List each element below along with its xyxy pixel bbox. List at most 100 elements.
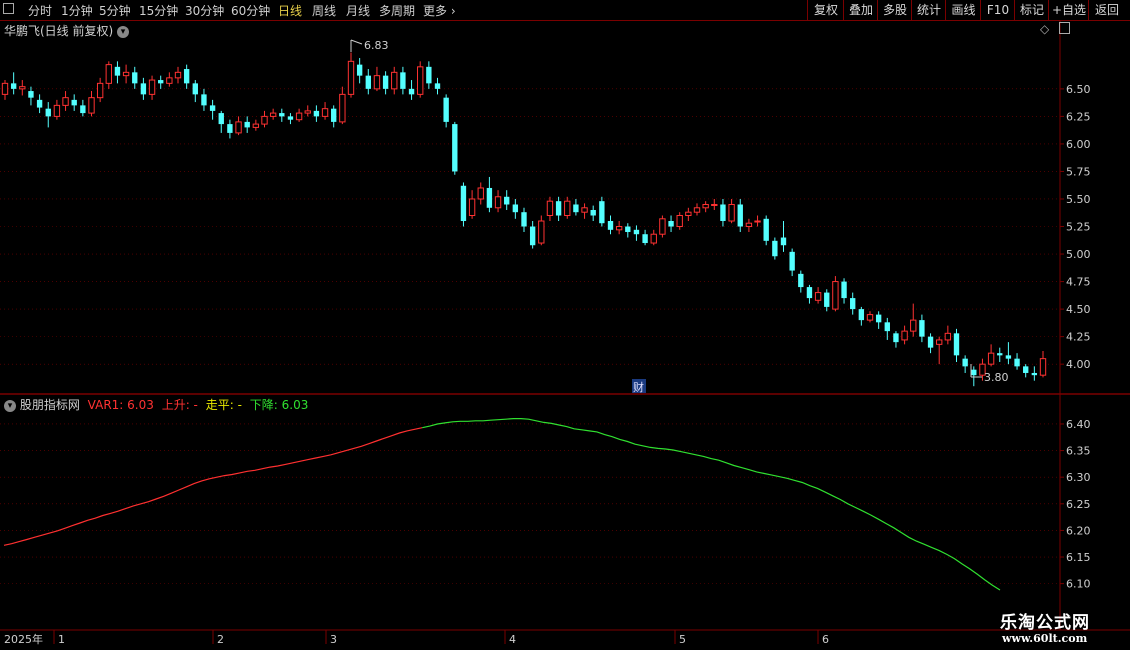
low-annotation: 3.80 [984, 371, 1009, 384]
candle-body [555, 201, 562, 216]
high-annotation: 6.83 [364, 39, 389, 52]
candle-body [720, 204, 726, 222]
candle-body [201, 94, 207, 106]
candle-body [62, 97, 69, 106]
candle-body [209, 105, 216, 111]
candle-body [114, 66, 121, 76]
candle-body [373, 75, 381, 90]
candle-body [789, 251, 795, 271]
candle-body [28, 91, 34, 98]
candle-body [659, 218, 666, 235]
year-label: 2025年 [4, 632, 43, 646]
var1-falling-line [422, 418, 1001, 591]
candle-body [590, 209, 596, 216]
candle-body [339, 93, 346, 123]
month-label: 6 [822, 633, 829, 646]
diamond-icon[interactable]: ◇ [1040, 22, 1049, 36]
panel-toggle-icon[interactable] [1059, 22, 1071, 34]
candle-body [953, 333, 960, 356]
candle-body [460, 185, 467, 222]
chevron-down-icon[interactable]: ▾ [4, 399, 16, 412]
price-tick-label: 4.50 [1066, 303, 1091, 316]
price-tick-label: 6.25 [1066, 110, 1091, 123]
candle-body [486, 187, 493, 208]
candle-body [356, 64, 363, 76]
candle-body [71, 99, 77, 106]
main-chart-controls: ◇ [1040, 22, 1071, 36]
candle-body [521, 212, 527, 227]
candle-body [693, 207, 701, 213]
candle-body [763, 218, 769, 241]
candle-body [1014, 358, 1020, 367]
candle-body [331, 108, 337, 122]
candle-body [468, 198, 476, 217]
flat-value: 走平: - [205, 398, 242, 412]
candle-body [235, 121, 242, 134]
candle-body [772, 240, 778, 257]
candle-body [96, 82, 104, 99]
candle-body [244, 121, 250, 128]
candle-body [183, 69, 190, 84]
candle-body [607, 221, 614, 230]
candle-body [668, 221, 674, 227]
indicator-name: 股朋指标网 [19, 398, 80, 412]
candle-body [365, 75, 371, 89]
candle-body [599, 201, 605, 224]
candle-body [728, 203, 735, 222]
time-axis: 2025年 1 2 3 4 5 6 [4, 630, 829, 646]
candle-body [927, 336, 934, 348]
indicator-tick-label: 6.40 [1066, 418, 1091, 431]
main-chart-header: 华鹏飞(日线 前复权) ▾ [4, 22, 130, 39]
candle-body [642, 234, 648, 244]
candle-body [494, 196, 502, 209]
price-tick-label: 5.25 [1066, 221, 1091, 234]
candle-body [347, 60, 355, 95]
candle-body [148, 79, 156, 95]
price-tick-label: 5.00 [1066, 248, 1091, 261]
indicator-header: ▾ 股朋指标网 VAR1: 6.03 上升: - 走平: - 下降: 6.03 [4, 396, 308, 413]
candle-body [676, 215, 683, 228]
candle-body [798, 273, 804, 288]
candle-body [512, 204, 519, 213]
indicator-tick-label: 6.30 [1066, 471, 1091, 484]
candle-body [971, 369, 977, 376]
candlestick-series [1, 52, 1047, 387]
candle-body [858, 309, 865, 321]
candle-body [875, 314, 882, 323]
month-label: 3 [330, 633, 337, 646]
candle-body [434, 83, 441, 89]
candle-body [1039, 358, 1047, 376]
candle-body [910, 319, 917, 332]
candle-body [391, 71, 398, 90]
candle-body [581, 207, 588, 213]
candle-body [997, 353, 1003, 356]
var1-value: VAR1: 6.03 [87, 398, 154, 412]
candle-body [443, 97, 449, 122]
candle-body [304, 110, 311, 114]
price-tick-label: 5.75 [1066, 165, 1091, 178]
stock-title: 华鹏飞(日线 前复权) [4, 24, 114, 38]
candle-body [452, 124, 458, 172]
candle-body [711, 203, 718, 206]
candle-body [650, 233, 657, 244]
candle-body [824, 292, 830, 307]
candle-body [140, 83, 147, 95]
var1-rising-line [3, 427, 423, 546]
price-tick-label: 4.25 [1066, 331, 1091, 344]
candle-body [45, 108, 51, 117]
watermark-title: 乐淘公式网 [1000, 613, 1090, 633]
candle-body [936, 339, 943, 345]
candle-body [53, 104, 61, 117]
candle-body [1031, 372, 1038, 376]
candle-body [814, 292, 822, 301]
indicator-tick-label: 6.10 [1066, 578, 1091, 591]
indicator-tick-label: 6.35 [1066, 445, 1091, 458]
candle-body [866, 314, 874, 321]
candle-body [88, 97, 95, 114]
candle-body [901, 330, 908, 341]
candle-body [252, 123, 260, 128]
candle-body [321, 108, 329, 117]
candle-body [1, 82, 9, 95]
candle-body [426, 66, 432, 84]
chevron-down-icon[interactable]: ▾ [117, 25, 130, 38]
